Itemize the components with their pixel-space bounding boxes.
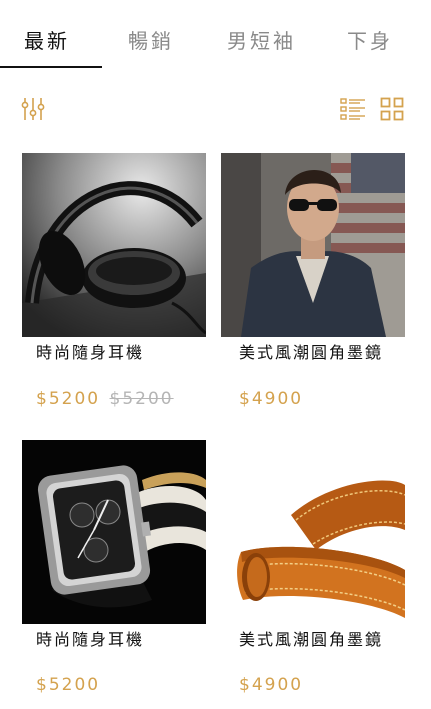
product-card[interactable]: 時尚隨身耳機 $5200 $5200 (22, 153, 207, 409)
product-card[interactable]: 美式風潮圓角墨鏡 $4900 (221, 440, 406, 695)
product-image-leather-belt (221, 440, 405, 624)
price-row: $4900 (239, 675, 303, 695)
product-name: 時尚隨身耳機 (36, 630, 145, 649)
product-image-wristwatch (22, 440, 206, 624)
product-image-man-in-sunglasses (221, 153, 405, 337)
tab-bottoms[interactable]: 下身 (347, 28, 393, 54)
tab-bestsellers[interactable]: 暢銷 (128, 28, 174, 54)
product-name: 美式風潮圓角墨鏡 (239, 630, 384, 649)
product-price: $4900 (239, 389, 304, 409)
price-row: $5200 (36, 675, 100, 695)
sliders-icon[interactable] (20, 96, 46, 122)
tab-latest[interactable]: 最新 (24, 28, 70, 54)
product-image-headphones (22, 153, 206, 337)
original-price: $5200 (109, 389, 174, 409)
list-view-icon[interactable] (340, 97, 366, 121)
active-tab-indicator (0, 66, 102, 68)
price-row: $5200 $5200 (36, 389, 174, 409)
category-tabs: 最新 暢銷 男短袖 下身 (0, 0, 431, 70)
tab-men-short-sleeve[interactable]: 男短袖 (227, 28, 296, 54)
product-price: $5200 (36, 675, 101, 695)
product-name: 美式風潮圓角墨鏡 (239, 343, 384, 362)
grid-view-icon[interactable] (380, 97, 404, 121)
product-price: $5200 (36, 389, 101, 409)
product-card[interactable]: 美式風潮圓角墨鏡 $4900 (221, 153, 406, 409)
product-price: $4900 (239, 675, 304, 695)
product-name: 時尚隨身耳機 (36, 343, 145, 362)
price-row: $4900 (239, 389, 303, 409)
product-card[interactable]: 時尚隨身耳機 $5200 (22, 440, 207, 695)
